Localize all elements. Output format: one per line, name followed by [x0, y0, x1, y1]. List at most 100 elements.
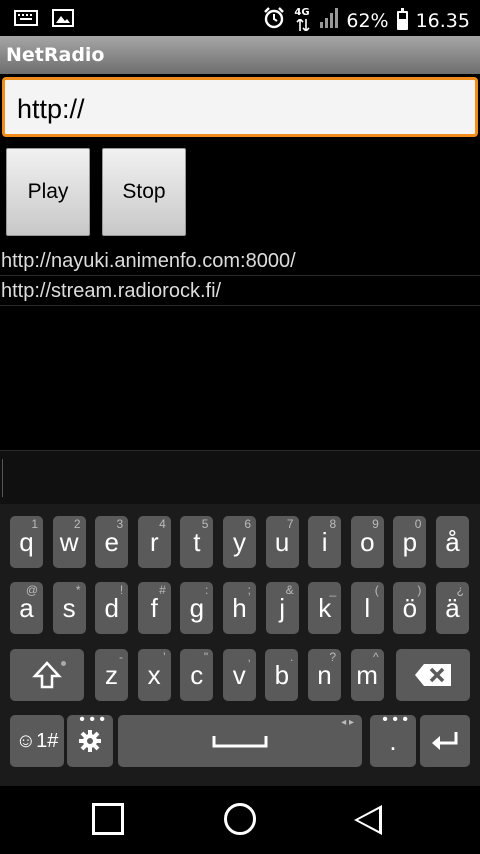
enter-key[interactable] [420, 715, 470, 767]
shift-key[interactable] [10, 649, 84, 701]
key-hint: ) [417, 583, 422, 597]
key-y[interactable]: y6 [223, 516, 256, 568]
battery-icon [396, 8, 408, 30]
key-hint: 3 [116, 517, 124, 531]
key-label: j [279, 592, 285, 623]
key-k[interactable]: k _ [308, 582, 342, 634]
key-label: å [445, 526, 460, 557]
signal-icon [320, 8, 339, 33]
list-item[interactable]: http://stream.radiorock.fi/ [0, 276, 480, 306]
status-bar: 4G 62% 16.35 [0, 0, 480, 36]
stop-button[interactable]: Stop [102, 148, 186, 236]
key-label: ö [402, 592, 418, 623]
key-label: x [147, 659, 161, 690]
key-hint: 9 [372, 517, 379, 531]
key-hint: ¿ [456, 583, 464, 597]
key-m[interactable]: m ^ [350, 649, 384, 701]
key-d[interactable]: d! [95, 582, 129, 634]
key-z[interactable]: z- [95, 649, 128, 701]
settings-key[interactable]: • • • [67, 711, 113, 767]
key-label: g [189, 592, 205, 623]
key-hint: " [203, 650, 209, 664]
network-4g-icon: 4G [294, 7, 312, 33]
key-hint: , [247, 650, 251, 664]
key-hint: & [285, 583, 294, 597]
home-button[interactable] [224, 803, 256, 835]
key-c[interactable]: c " [180, 649, 214, 701]
key-label: e [104, 526, 119, 557]
key-u[interactable]: u7 [265, 516, 299, 568]
key-t[interactable]: t5 [180, 516, 214, 568]
app-title-bar: NetRadio [0, 36, 480, 74]
space-key[interactable]: ◂ ▸ [118, 715, 362, 767]
key-j[interactable]: j & [265, 582, 299, 634]
backspace-icon [415, 664, 451, 686]
emoji-symbols-key[interactable]: ☺1# [10, 715, 64, 767]
key-r[interactable]: r4 [137, 516, 171, 568]
key-hint: ; [247, 583, 251, 597]
key-p[interactable]: p0 [393, 516, 427, 568]
key-w[interactable]: w2 [52, 516, 86, 568]
key-å[interactable]: å [436, 516, 469, 568]
key-label: p [402, 526, 418, 557]
clock: 16.35 [415, 9, 470, 32]
key-hint: ( [374, 583, 379, 597]
key-label: w [59, 526, 79, 557]
key-v[interactable]: v, [222, 649, 256, 701]
key-label: r [149, 526, 159, 557]
key-label: b [274, 659, 290, 690]
key-label: ä [445, 592, 460, 623]
key-n[interactable]: n? [308, 649, 341, 701]
enter-icon [432, 732, 458, 750]
key-hint: _ [329, 583, 337, 597]
key-e[interactable]: e3 [95, 516, 129, 568]
key-label: f [150, 592, 158, 623]
key-hint: * [75, 583, 81, 597]
gear-icon [79, 730, 101, 752]
key-s[interactable]: s * [52, 582, 86, 634]
key-hint: 1 [31, 517, 38, 531]
key-label: a [19, 592, 34, 623]
key-hint: 2 [73, 517, 81, 531]
url-input[interactable]: http:// [2, 77, 478, 137]
key-b[interactable]: b. [265, 649, 299, 701]
keyboard-icon [14, 10, 38, 30]
key-label: v [232, 659, 246, 690]
backspace-key[interactable] [396, 649, 470, 701]
key-hint: 0 [414, 517, 422, 531]
recent-apps-button[interactable] [92, 803, 124, 835]
key-hint: 4 [159, 517, 166, 531]
key-g[interactable]: g: [180, 582, 214, 634]
key-hint: @ [25, 583, 38, 597]
key-o[interactable]: o9 [350, 516, 384, 568]
key-h[interactable]: h; [223, 582, 256, 634]
shift-icon [32, 661, 62, 689]
key-f[interactable]: f # [137, 582, 171, 634]
key-label: z [105, 659, 118, 690]
back-button[interactable] [354, 805, 382, 835]
key-ä[interactable]: ä ¿ [436, 582, 469, 634]
key-q[interactable]: q1 [10, 516, 43, 568]
image-icon [52, 9, 74, 31]
list-item[interactable]: http://nayuki.animenfo.com:8000/ [0, 246, 480, 276]
play-button[interactable]: Play [6, 148, 90, 236]
key-label: u [274, 526, 290, 557]
key-label: k [318, 592, 332, 623]
key-a[interactable]: a @ [10, 582, 43, 634]
key-label: t [193, 526, 201, 557]
key-ö[interactable]: ö) [393, 582, 427, 634]
key-hint: 6 [244, 517, 251, 531]
key-hint: # [159, 583, 166, 597]
key-label: o [360, 526, 375, 557]
period-key[interactable]: • • • . [370, 711, 416, 767]
key-label: l [364, 592, 371, 623]
key-hint: 8 [329, 517, 337, 531]
key-x[interactable]: x ' [137, 649, 171, 701]
app-title: NetRadio [6, 44, 105, 66]
key-l[interactable]: l( [350, 582, 384, 634]
key-hint: 7 [286, 517, 294, 531]
key-i[interactable]: i8 [308, 516, 342, 568]
key-hint: 5 [201, 517, 209, 531]
key-hint: ' [163, 650, 166, 664]
key-label: c [190, 659, 204, 690]
